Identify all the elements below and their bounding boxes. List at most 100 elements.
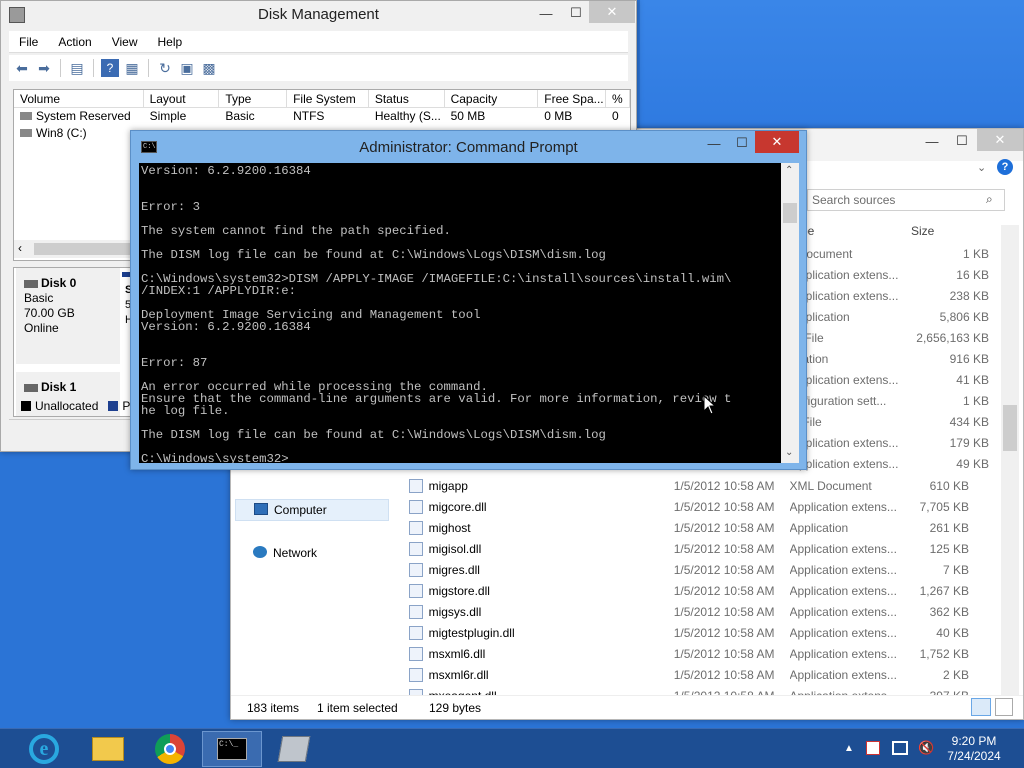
- column-header[interactable]: Volume: [14, 90, 144, 107]
- maximize-button[interactable]: ☐: [727, 133, 757, 153]
- search-icon[interactable]: ⌕: [986, 192, 993, 207]
- column-header[interactable]: Free Spa...: [538, 90, 607, 107]
- disk-0-label[interactable]: Disk 0 Basic 70.00 GB Online: [16, 268, 120, 364]
- scroll-left-icon[interactable]: ‹: [18, 241, 22, 255]
- file-type: Application extens...: [789, 604, 896, 619]
- file-name: migtestplugin.dll: [428, 625, 515, 640]
- forward-arrow-icon[interactable]: ➡: [35, 59, 53, 77]
- column-header[interactable]: Layout: [144, 90, 220, 107]
- list-item[interactable]: S File 434 KB: [791, 411, 989, 432]
- minimize-button[interactable]: —: [531, 3, 561, 23]
- maximize-button[interactable]: ☐: [947, 131, 977, 151]
- table-row[interactable]: msxml6r.dll 1/5/2012 10:58 AM Application …: [409, 664, 969, 685]
- help-icon[interactable]: ?: [997, 159, 1013, 175]
- export-icon[interactable]: ▩: [200, 59, 218, 77]
- help-icon[interactable]: ?: [101, 59, 119, 77]
- table-row[interactable]: migcore.dll 1/5/2012 10:58 AM Application …: [409, 496, 969, 517]
- menu-action[interactable]: Action: [48, 31, 101, 52]
- file-date: 1/5/2012 10:58 AM: [673, 499, 775, 514]
- chrome-icon[interactable]: [140, 731, 200, 767]
- console-output[interactable]: Version: 6.2.9200.16384 Error: 3 The sys…: [139, 163, 781, 463]
- table-row[interactable]: migres.dll 1/5/2012 10:58 AM Application e…: [409, 559, 969, 580]
- maximize-button[interactable]: ☐: [561, 3, 591, 23]
- nav-computer[interactable]: Computer: [235, 499, 389, 521]
- list-item[interactable]: M File 2,656,163 KB: [791, 327, 989, 348]
- file-size: 7,705 KB: [919, 499, 969, 514]
- table-row[interactable]: mighost 1/5/2012 10:58 AM Application 261 K…: [409, 517, 969, 538]
- column-header[interactable]: %: [606, 90, 630, 107]
- search-input[interactable]: Search sources ⌕: [807, 189, 1005, 211]
- list-item[interactable]: Application 5,806 KB: [791, 306, 989, 327]
- scrollbar-thumb[interactable]: [34, 243, 130, 255]
- file-name: mighost: [428, 520, 471, 535]
- refresh-icon[interactable]: ↻: [156, 59, 174, 77]
- legend-unallocated-swatch: [21, 401, 31, 411]
- list-item[interactable]: Application extens... 238 KB: [791, 285, 989, 306]
- back-arrow-icon[interactable]: ⬅: [13, 59, 31, 77]
- list-item[interactable]: Application extens... 41 KB: [791, 369, 989, 390]
- list-item[interactable]: lication 916 KB: [791, 348, 989, 369]
- close-button[interactable]: ✕: [589, 1, 635, 23]
- details-view-icon[interactable]: [971, 698, 991, 716]
- status-bytes: 129 bytes: [429, 701, 482, 715]
- command-prompt-icon[interactable]: C:\_: [202, 731, 262, 767]
- table-row[interactable]: msxml6.dll 1/5/2012 10:58 AM Application e…: [409, 643, 969, 664]
- list-item[interactable]: t Document 1 KB: [791, 243, 989, 264]
- column-header[interactable]: Status: [369, 90, 445, 107]
- command-prompt-window[interactable]: C:\ Administrator: Command Prompt — ☐ ✕ …: [130, 130, 807, 470]
- nav-network[interactable]: Network: [235, 543, 389, 565]
- menu-help[interactable]: Help: [148, 31, 193, 52]
- column-header-size[interactable]: Size: [911, 224, 934, 238]
- column-header[interactable]: Capacity: [445, 90, 539, 107]
- file-explorer-icon[interactable]: [78, 731, 138, 767]
- show-hide-tree-icon[interactable]: ▤: [68, 59, 86, 77]
- clock[interactable]: 9:20 PM 7/24/2024: [944, 734, 1004, 764]
- file-icon: [409, 499, 423, 514]
- table-cell: System Reserved: [14, 108, 144, 125]
- table-row[interactable]: migisol.dll 1/5/2012 10:58 AM Application …: [409, 538, 969, 559]
- table-row[interactable]: System Reserved Simple Basic NTFS Healthy (S…: [14, 108, 630, 125]
- list-item[interactable]: Application extens... 49 KB: [791, 453, 989, 474]
- column-header[interactable]: Type: [219, 90, 288, 107]
- file-type: lication: [791, 351, 829, 366]
- file-size: 179 KB: [949, 435, 989, 450]
- table-row[interactable]: migapp 1/5/2012 10:58 AM XML Document 610 K…: [409, 475, 969, 496]
- action-center-flag-icon[interactable]: [866, 741, 880, 755]
- file-type: Application extens...: [789, 646, 896, 661]
- table-row[interactable]: migstore.dll 1/5/2012 10:58 AM Application…: [409, 580, 969, 601]
- network-status-icon[interactable]: [892, 741, 908, 755]
- table-row[interactable]: migtestplugin.dll 1/5/2012 10:58 AM Applic…: [409, 622, 969, 643]
- large-icons-view-icon[interactable]: [995, 698, 1013, 716]
- scrollbar-thumb[interactable]: [1003, 405, 1017, 451]
- table-row[interactable]: migsys.dll 1/5/2012 10:58 AM Application e…: [409, 601, 969, 622]
- scroll-down-icon[interactable]: ⌄: [785, 447, 793, 458]
- minimize-button[interactable]: —: [699, 133, 729, 153]
- legend-unallocated: Unallocated: [35, 399, 99, 413]
- explorer-scrollbar[interactable]: [1001, 225, 1019, 695]
- scroll-up-icon[interactable]: ⌃: [785, 165, 793, 176]
- volume-muted-icon[interactable]: 🔇: [918, 740, 934, 756]
- file-name: migstore.dll: [428, 583, 490, 598]
- file-type: Application extens...: [789, 499, 896, 514]
- list-item[interactable]: Application extens... 179 KB: [791, 432, 989, 453]
- chevron-down-icon[interactable]: ⌄: [977, 161, 991, 175]
- properties-icon[interactable]: ▦: [123, 59, 141, 77]
- menu-file[interactable]: File: [9, 31, 48, 52]
- show-hidden-icons-icon[interactable]: ▲: [844, 743, 854, 754]
- console-line: Version: 6.2.9200.16384: [141, 164, 311, 178]
- scrollbar-thumb[interactable]: [783, 203, 797, 223]
- setup-icon[interactable]: [264, 731, 324, 767]
- list-item[interactable]: onfiguration sett... 1 KB: [791, 390, 989, 411]
- column-header[interactable]: File System: [287, 90, 369, 107]
- menu-view[interactable]: View: [102, 31, 148, 52]
- internet-explorer-icon[interactable]: e: [14, 731, 74, 767]
- close-button[interactable]: ✕: [977, 129, 1023, 151]
- minimize-button[interactable]: —: [917, 131, 947, 151]
- toolbar-separator: [93, 59, 94, 77]
- close-button[interactable]: ✕: [755, 131, 799, 153]
- file-size: 1 KB: [962, 246, 989, 261]
- list-item[interactable]: Application extens... 16 KB: [791, 264, 989, 285]
- rescan-icon[interactable]: ▣: [178, 59, 196, 77]
- console-scrollbar[interactable]: ⌃ ⌄: [781, 163, 799, 463]
- volume-icon: [20, 129, 32, 137]
